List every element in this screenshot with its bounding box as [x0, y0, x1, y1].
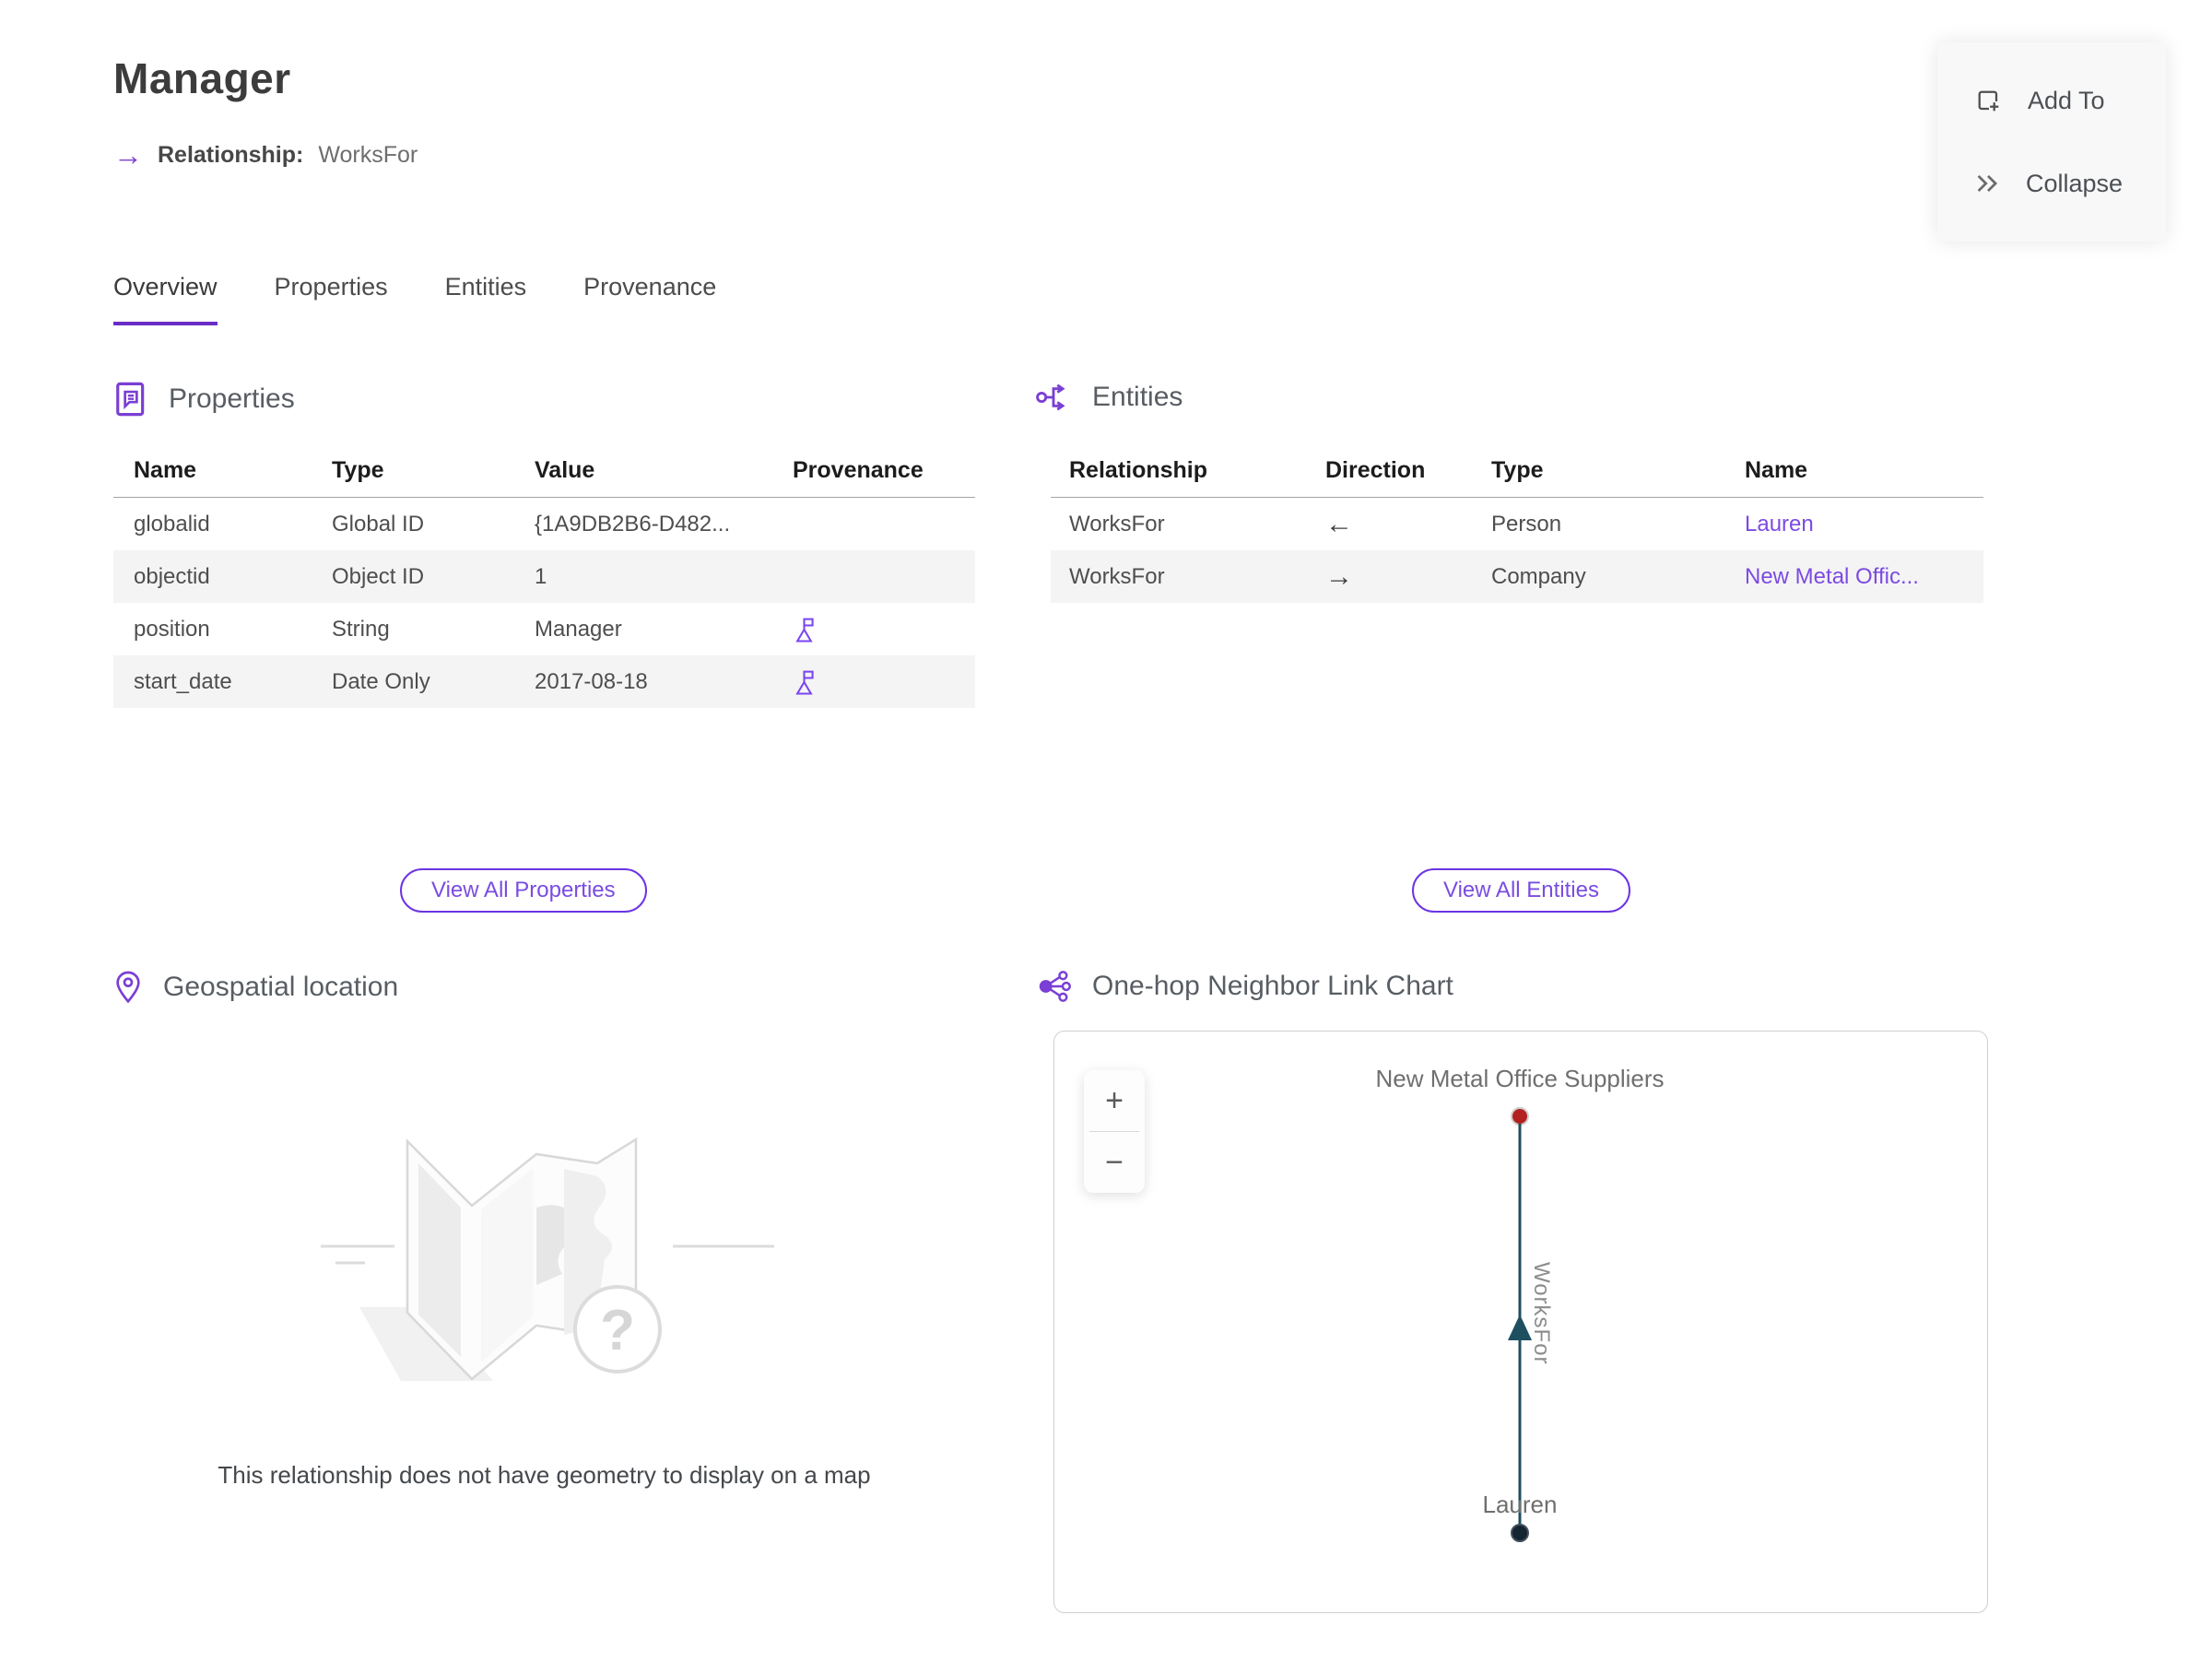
view-all-entities-button[interactable]: View All Entities	[1412, 868, 1630, 913]
zoom-in-button[interactable]: +	[1084, 1070, 1145, 1131]
prop-name: objectid	[134, 563, 210, 589]
entities-section-header: Entities	[1035, 380, 1182, 415]
node-label-person: Lauren	[1482, 1491, 1558, 1518]
properties-section-title: Properties	[169, 383, 295, 414]
entities-table-header: Relationship Direction Type Name	[1051, 454, 1983, 498]
properties-section-header: Properties	[113, 380, 295, 418]
entities-section-title: Entities	[1092, 382, 1183, 412]
page-title: Manager	[113, 54, 291, 102]
tab-properties[interactable]: Properties	[275, 273, 388, 325]
entity-type: Person	[1491, 511, 1562, 536]
add-to-icon	[1978, 90, 1999, 111]
entity-name-link[interactable]: Lauren	[1745, 512, 1983, 537]
subtitle-label: Relationship:	[158, 141, 304, 168]
prop-value: 1	[535, 563, 547, 589]
actions-card: Add To Collapse	[1937, 42, 2166, 242]
link-chart-section-header: One-hop Neighbor Link Chart	[1035, 970, 1453, 1003]
entity-name-link[interactable]: New Metal Offic...	[1745, 564, 1983, 590]
prop-value: 2017-08-18	[535, 668, 648, 694]
tab-provenance[interactable]: Provenance	[583, 273, 716, 325]
location-pin-icon	[116, 971, 140, 1004]
zoom-out-button[interactable]: −	[1084, 1132, 1145, 1193]
view-all-properties-button[interactable]: View All Properties	[400, 868, 647, 913]
properties-table-header: Name Type Value Provenance	[113, 454, 975, 498]
geospatial-section-title: Geospatial location	[163, 972, 399, 1002]
table-row: WorksFor → Company New Metal Offic...	[1051, 550, 1983, 603]
table-row: start_date Date Only 2017-08-18	[113, 655, 975, 708]
col-type: Type	[1491, 457, 1544, 483]
provenance-flag-icon	[793, 616, 975, 643]
zoom-control: + −	[1084, 1070, 1145, 1193]
col-name: Name	[134, 457, 197, 483]
geospatial-section-header: Geospatial location	[113, 970, 398, 1005]
collapse-label: Collapse	[2026, 169, 2124, 197]
add-to-button[interactable]: Add To	[1974, 87, 2166, 116]
col-value: Value	[535, 457, 595, 483]
provenance-flag-icon	[793, 668, 975, 696]
geospatial-empty-message: This relationship does not have geometry…	[218, 1461, 871, 1489]
entity-relationship: WorksFor	[1069, 563, 1165, 589]
subtitle-value: WorksFor	[318, 141, 418, 168]
prop-type: Global ID	[332, 511, 425, 536]
svg-text:?: ?	[600, 1299, 635, 1362]
link-chart-icon	[1039, 971, 1071, 1002]
col-name: Name	[1745, 457, 1808, 483]
table-row: objectid Object ID 1	[113, 550, 975, 603]
node-person[interactable]	[1511, 1524, 1529, 1542]
prop-type: Date Only	[332, 668, 430, 694]
properties-icon	[116, 382, 145, 417]
properties-table: Name Type Value Provenance globalid Glob…	[113, 454, 975, 708]
direction-right-arrow-icon: →	[1325, 560, 1353, 592]
node-company[interactable]	[1511, 1107, 1529, 1126]
entity-type: Company	[1491, 563, 1586, 589]
node-label-company: New Metal Office Suppliers	[1375, 1065, 1665, 1092]
link-chart-canvas[interactable]: + − New Metal Office Suppliers WorksFor …	[1053, 1031, 1988, 1613]
relationship-subtitle: → Relationship: WorksFor	[113, 140, 418, 170]
prop-value: Manager	[535, 616, 622, 642]
prop-type: String	[332, 616, 390, 642]
col-type: Type	[332, 457, 384, 483]
col-direction: Direction	[1325, 457, 1426, 483]
prop-value: {1A9DB2B6-D482...	[535, 511, 731, 536]
col-relationship: Relationship	[1069, 457, 1208, 483]
map-placeholder-illustration: ?	[321, 1137, 774, 1381]
prop-type: Object ID	[332, 563, 425, 589]
prop-name: position	[134, 616, 210, 642]
tab-entities[interactable]: Entities	[445, 273, 527, 325]
direction-left-arrow-icon: ←	[1325, 508, 1353, 539]
link-chart-section-title: One-hop Neighbor Link Chart	[1092, 971, 1453, 1001]
entities-icon	[1036, 383, 1065, 411]
prop-name: globalid	[134, 511, 210, 536]
tab-overview[interactable]: Overview	[113, 273, 218, 325]
table-row: globalid Global ID {1A9DB2B6-D482...	[113, 498, 975, 550]
table-row: WorksFor ← Person Lauren	[1051, 498, 1983, 550]
entity-relationship: WorksFor	[1069, 511, 1165, 536]
prop-name: start_date	[134, 668, 232, 694]
edge-label: WorksFor	[1529, 1262, 1554, 1365]
table-row: position String Manager	[113, 603, 975, 655]
collapse-button[interactable]: Collapse	[1974, 170, 2166, 198]
add-to-label: Add To	[2028, 87, 2105, 114]
entities-table: Relationship Direction Type Name WorksFo…	[1051, 454, 1983, 603]
tab-bar: Overview Properties Entities Provenance	[113, 273, 716, 325]
collapse-icon	[1977, 174, 1998, 193]
relationship-detail-page: Manager → Relationship: WorksFor Add To …	[0, 0, 2212, 1674]
col-provenance: Provenance	[793, 457, 924, 483]
relationship-arrow-icon: →	[113, 138, 143, 171]
